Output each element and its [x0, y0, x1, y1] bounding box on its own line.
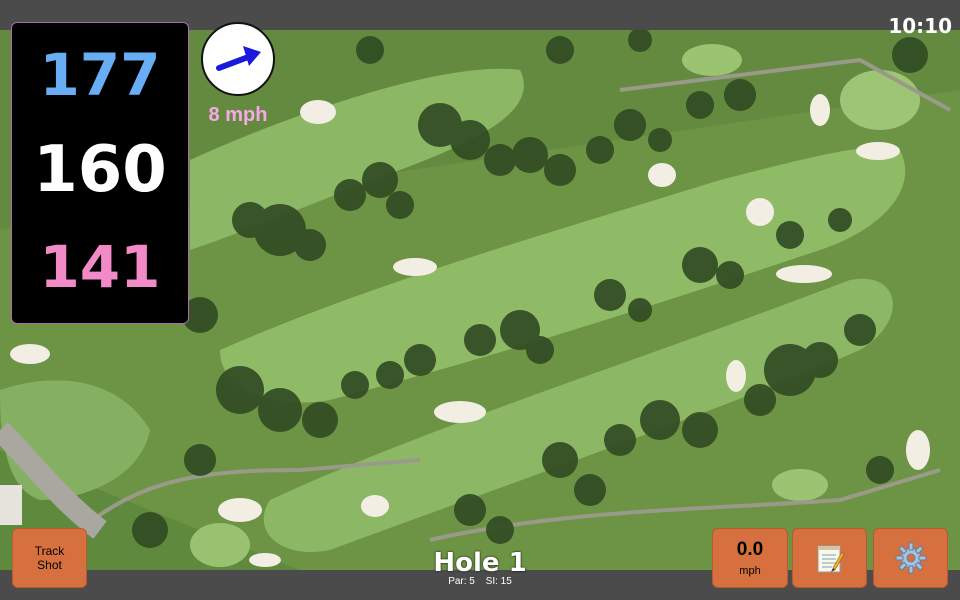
- wind-speed-button[interactable]: 0.0 mph: [712, 528, 788, 588]
- track-shot-label-line1: Track: [34, 544, 65, 558]
- distance-panel: 177 160 141: [11, 22, 189, 324]
- gear-icon: [895, 542, 926, 574]
- wind-direction-indicator: [201, 22, 275, 96]
- back-distance: 177: [39, 41, 161, 109]
- wind-speed-unit: mph: [739, 565, 761, 577]
- settings-button[interactable]: [873, 528, 948, 588]
- notepad-icon: [817, 545, 844, 573]
- track-shot-label-line2: Shot: [37, 558, 62, 572]
- front-distance: 141: [39, 233, 161, 301]
- wind-speed-label: 8 mph: [208, 104, 268, 126]
- middle-distance: 160: [33, 133, 167, 207]
- notes-button[interactable]: [792, 528, 867, 588]
- wind-speed-value: 0.0: [736, 539, 764, 560]
- hole-title: Hole 1: [433, 548, 527, 578]
- hole-par: Par: 5: [448, 576, 475, 587]
- hole-info: Par: 5 SI: 15: [380, 576, 580, 587]
- hole-stroke-index: SI: 15: [485, 576, 512, 587]
- arrow-icon: [216, 46, 261, 71]
- track-shot-button[interactable]: Track Shot: [12, 528, 87, 588]
- clock: 10:10: [888, 14, 952, 38]
